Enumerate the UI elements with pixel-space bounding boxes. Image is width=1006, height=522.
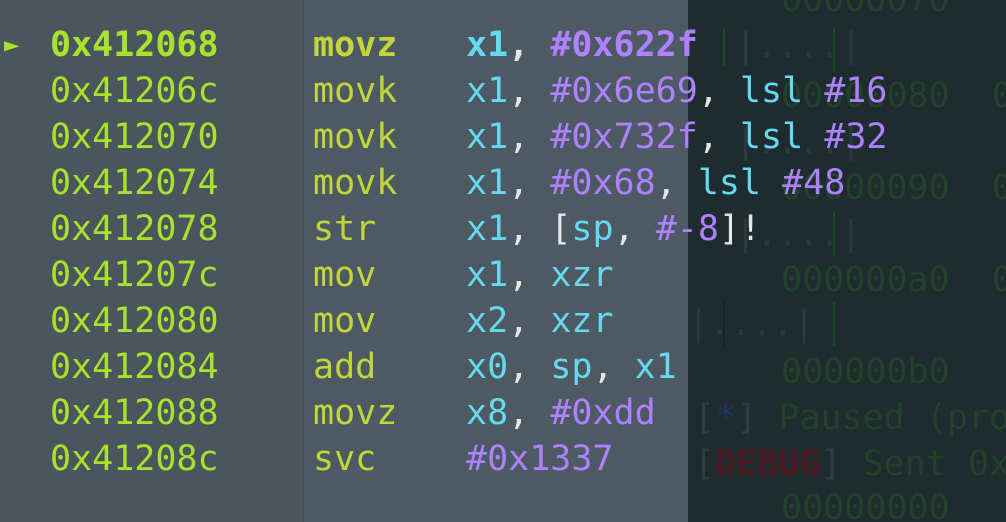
operand-imm: #32 [824, 117, 888, 157]
operand-reg: x1 [634, 347, 677, 387]
instruction-operands: x1, #0x6e69, lsl #16 [466, 68, 888, 114]
instruction-address: 0x412084 [50, 347, 219, 387]
operand-punc: ]! [718, 209, 762, 249]
operand-punc: , [508, 301, 551, 341]
instruction-mnemonic: add [313, 347, 377, 387]
operand-reg: x0 [466, 347, 509, 387]
operand-reg: x1 [466, 255, 509, 295]
disasm-row[interactable]: 0x41208c svc #0x1337 [0, 436, 1006, 482]
disasm-row[interactable]: 0x412078 str x1, [sp, #-8]! [0, 206, 1006, 252]
instruction-mnemonic: movk [313, 71, 398, 111]
operand-reg: x1 [466, 163, 509, 203]
operand-reg: x1 [466, 25, 509, 65]
operand-reg: x1 [466, 117, 509, 157]
operand-punc: [ [550, 209, 572, 249]
disasm-row[interactable]: 0x412080 mov x2, xzr [0, 298, 1006, 344]
instruction-operands: x8, #0xdd [466, 390, 656, 436]
instruction-address: 0x412074 [50, 163, 219, 203]
operand-punc: , [508, 393, 551, 433]
hexdump-offset: 00000070 [781, 0, 950, 20]
operand-reg: x8 [466, 393, 509, 433]
instruction-operands: x1, #0x732f, lsl #32 [466, 114, 888, 160]
instruction-address: 0x412078 [50, 209, 219, 249]
instruction-operands: x1, #0x622f [466, 22, 698, 68]
operand-imm: #0x6e69 [550, 71, 698, 111]
operand-imm: #0xdd [550, 393, 656, 433]
instruction-operands: x0, sp, x1 [466, 344, 677, 390]
operand-punc: , [592, 347, 635, 387]
instruction-mnemonic: str [313, 209, 377, 249]
operand-punc: , [508, 117, 551, 157]
current-instruction-arrow-icon: ► [4, 30, 20, 60]
operand-punc: , [508, 163, 551, 203]
instruction-mnemonic: svc [313, 439, 377, 479]
instruction-operands: x1, [sp, #-8]! [466, 206, 761, 252]
instruction-mnemonic: mov [313, 255, 377, 295]
operand-punc: , [697, 117, 740, 157]
disasm-row[interactable]: 0x412070 movk x1, #0x732f, lsl #32 [0, 114, 1006, 160]
instruction-mnemonic: movz [313, 25, 398, 65]
instruction-address: 0x412070 [50, 117, 219, 157]
disasm-row[interactable]: 0x412074 movk x1, #0x68, lsl #48 [0, 160, 1006, 206]
instruction-operands: x2, xzr [466, 298, 614, 344]
operand-imm: #0x622f [550, 25, 698, 65]
instruction-mnemonic: movz [313, 393, 398, 433]
disasm-row[interactable]: 0x41206c movk x1, #0x6e69, lsl #16 [0, 68, 1006, 114]
instruction-operands: x1, xzr [466, 252, 614, 298]
operand-kw: lsl [697, 163, 783, 203]
instruction-address: 0x41207c [50, 255, 219, 295]
instruction-mnemonic: movk [313, 163, 398, 203]
disasm-row[interactable]: ► 0x412068 movz x1, #0x622f [0, 22, 1006, 68]
operand-punc: , [508, 71, 551, 111]
operand-punc: , [613, 209, 656, 249]
instruction-mnemonic: mov [313, 301, 377, 341]
instruction-address: 0x41208c [50, 439, 219, 479]
disasm-row[interactable]: 0x412084 add x0, sp, x1 [0, 344, 1006, 390]
operand-punc: , [508, 347, 551, 387]
operand-imm: #48 [782, 163, 846, 203]
instruction-address: 0x412068 [50, 25, 219, 65]
operand-imm: #16 [824, 71, 888, 111]
instruction-operands: #0x1337 [466, 436, 614, 482]
operand-reg: x2 [466, 301, 509, 341]
operand-reg: xzr [550, 255, 614, 295]
disasm-row[interactable]: 0x41207c mov x1, xzr [0, 252, 1006, 298]
operand-imm: #-8 [655, 209, 719, 249]
instruction-address: 0x412088 [50, 393, 219, 433]
operand-reg: xzr [550, 301, 614, 341]
operand-reg: x1 [466, 209, 509, 249]
operand-punc: , [508, 255, 551, 295]
operand-kw: lsl [739, 117, 825, 157]
operand-kw: lsl [739, 71, 825, 111]
operand-punc: , [697, 71, 740, 111]
instruction-mnemonic: movk [313, 117, 398, 157]
operand-punc: , [655, 163, 698, 203]
operand-punc: , [508, 209, 551, 249]
disasm-row[interactable]: 0x412088 movz x8, #0xdd [0, 390, 1006, 436]
instruction-operands: x1, #0x68, lsl #48 [466, 160, 845, 206]
instruction-address: 0x412080 [50, 301, 219, 341]
operand-reg: x1 [466, 71, 509, 111]
operand-reg: sp [550, 347, 593, 387]
operand-punc: , [508, 25, 551, 65]
operand-reg: sp [571, 209, 614, 249]
hexdump-offset: 00000000 [781, 488, 950, 522]
operand-imm: #0x732f [550, 117, 698, 157]
instruction-address: 0x41206c [50, 71, 219, 111]
operand-imm: #0x1337 [466, 439, 614, 479]
operand-imm: #0x68 [550, 163, 656, 203]
